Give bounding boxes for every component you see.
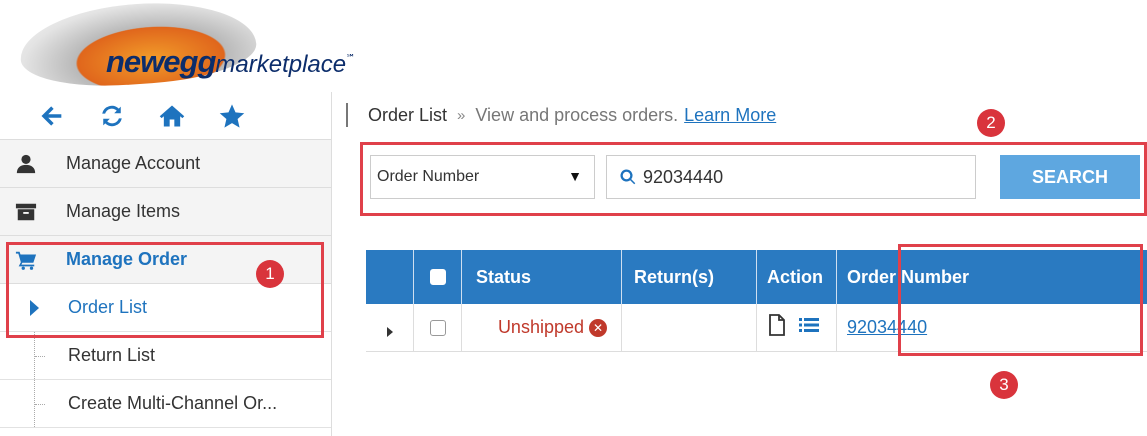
sidebar-subitem-create-multichannel[interactable]: Create Multi-Channel Or...	[0, 380, 331, 428]
tree-connector	[34, 332, 48, 379]
archive-box-icon	[14, 201, 40, 223]
breadcrumb: Order List » View and process orders. Le…	[346, 98, 776, 132]
sidebar-subitem-return-list[interactable]: Return List	[0, 332, 331, 380]
expand-column-header	[366, 250, 414, 304]
page-description: View and process orders.	[475, 104, 679, 125]
sidebar-item-label: Manage Items	[66, 201, 181, 221]
home-icon	[159, 105, 185, 126]
list-icon[interactable]	[799, 314, 819, 341]
annotation-badge-3: 3	[990, 371, 1018, 399]
sidebar-subitem-label: Create Multi-Channel Or...	[68, 393, 278, 413]
column-header-returns[interactable]: Return(s)	[622, 250, 757, 304]
returns-cell	[622, 304, 757, 351]
expand-row-toggle[interactable]	[366, 304, 414, 351]
action-cell	[757, 304, 837, 351]
annotation-badge-2: 2	[977, 109, 1005, 137]
caret-right-icon	[386, 326, 393, 337]
document-icon[interactable]	[767, 314, 787, 341]
page-title: Order List	[368, 104, 448, 125]
select-all-checkbox-cell	[414, 250, 462, 304]
sidebar-toolbar	[0, 92, 331, 140]
row-checkbox[interactable]	[429, 319, 446, 336]
highlight-box-manage-order	[6, 242, 324, 338]
highlight-box-search	[360, 142, 1147, 216]
breadcrumb-divider	[346, 103, 348, 127]
column-header-status[interactable]: Status	[462, 250, 622, 304]
home-button[interactable]	[142, 92, 202, 140]
star-icon	[219, 103, 245, 128]
status-text: Unshipped	[497, 317, 584, 337]
highlight-box-order-number	[898, 244, 1143, 356]
favorite-button[interactable]	[202, 92, 262, 140]
sidebar-item-manage-items[interactable]: Manage Items	[0, 188, 331, 236]
select-all-checkbox[interactable]	[429, 269, 446, 285]
tree-connector	[34, 380, 48, 427]
remove-status-icon[interactable]: ✕	[589, 318, 607, 337]
user-icon	[14, 153, 40, 175]
annotation-badge-1: 1	[256, 260, 284, 288]
newegg-marketplace-logo[interactable]: neweggmarketplace℠	[14, 0, 434, 93]
status-cell: Unshipped ✕	[462, 304, 622, 351]
arrow-left-icon	[41, 105, 62, 126]
refresh-button[interactable]	[82, 92, 142, 140]
column-header-action: Action	[757, 250, 837, 304]
learn-more-link[interactable]: Learn More	[684, 105, 776, 126]
logo-wordmark: neweggmarketplace℠	[106, 44, 355, 79]
back-button[interactable]	[22, 92, 82, 140]
breadcrumb-separator: »	[457, 106, 466, 124]
sidebar-item-label: Manage Account	[66, 153, 201, 173]
sidebar-subitem-label: Return List	[68, 345, 156, 365]
refresh-icon	[102, 105, 122, 126]
row-checkbox-cell	[414, 304, 462, 351]
sidebar-item-manage-account[interactable]: Manage Account	[0, 140, 331, 188]
